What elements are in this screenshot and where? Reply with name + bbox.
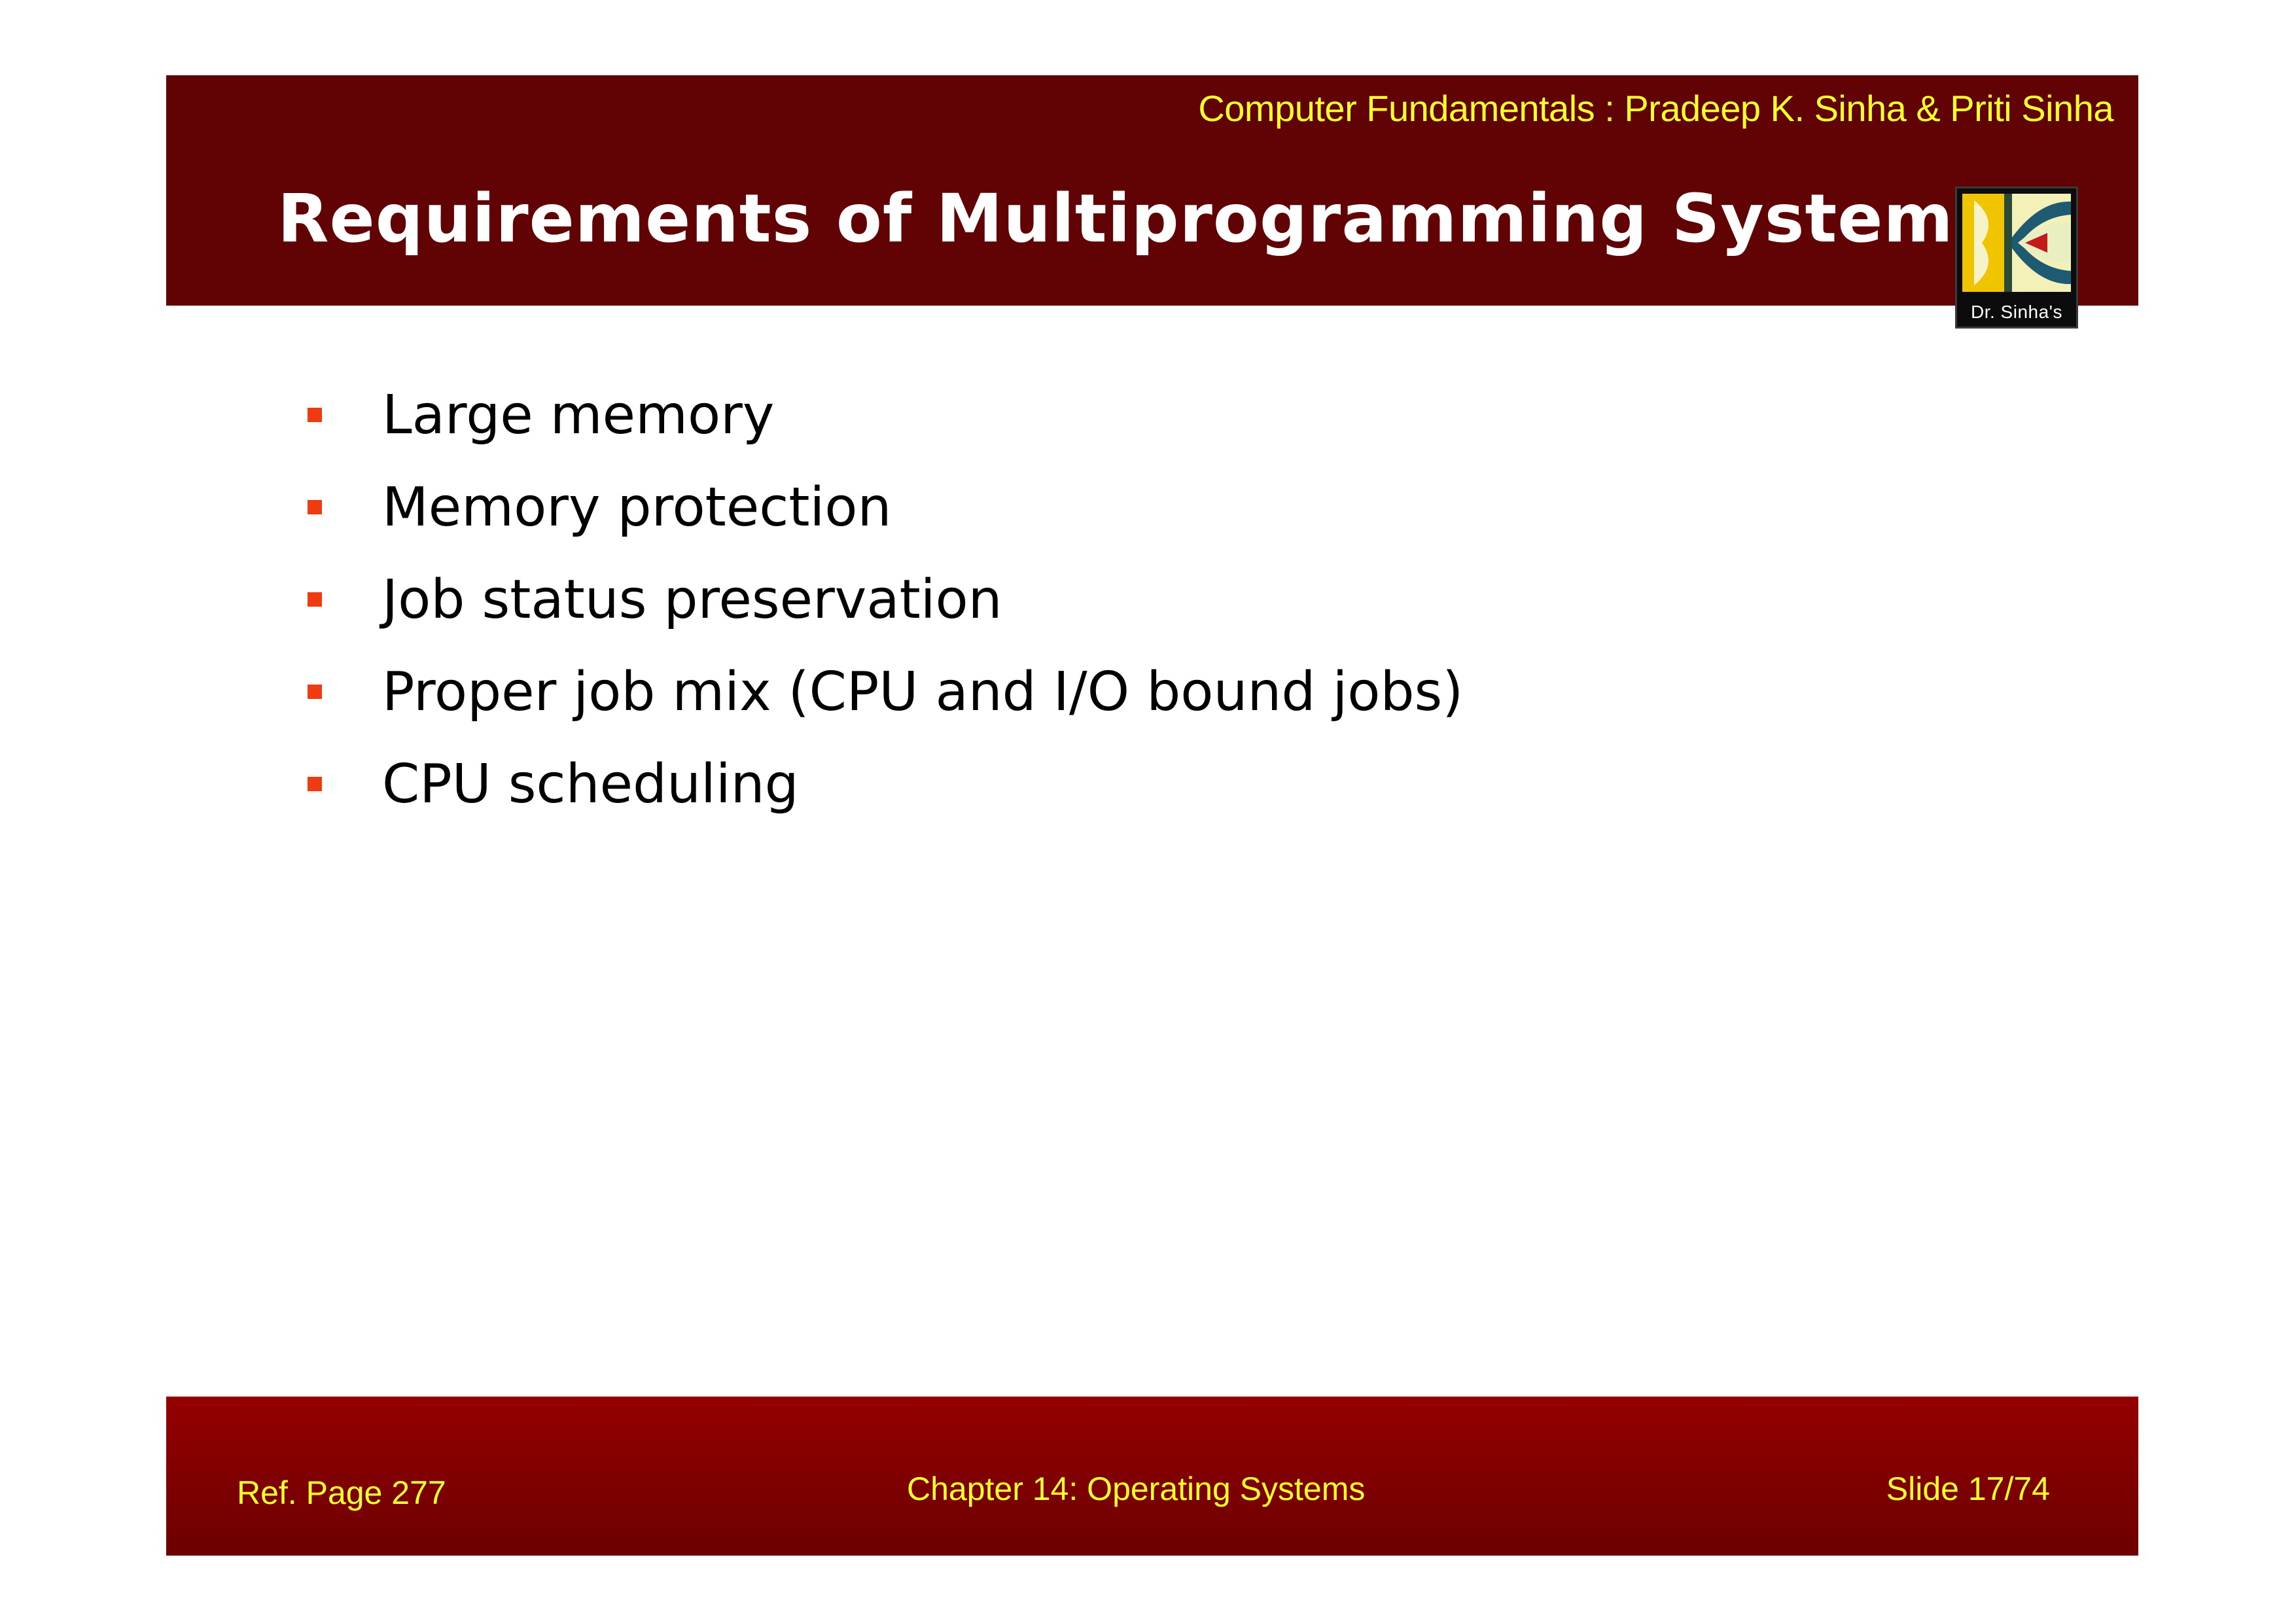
list-item-text: CPU scheduling [382,753,799,815]
square-bullet-icon [308,592,322,607]
book-credit: Computer Fundamentals : Pradeep K. Sinha… [1198,88,2113,129]
requirements-list: Large memory Memory protection Job statu… [308,380,1463,841]
square-bullet-icon [308,777,322,791]
slide-number: Slide 17/74 [1886,1471,2050,1507]
chapter-title: Chapter 14: Operating Systems [907,1471,1366,1507]
list-item: Proper job mix (CPU and I/O bound jobs) [308,656,1463,749]
list-item: Job status preservation [308,564,1463,656]
square-bullet-icon [308,408,322,422]
logo-emblem-icon [1962,194,2071,292]
slide-footer: Ref. Page 277 Chapter 14: Operating Syst… [166,1397,2138,1556]
list-item-text: Memory protection [382,476,892,539]
logo-caption: Dr. Sinha's [1970,302,2063,322]
list-item-text: Proper job mix (CPU and I/O bound jobs) [382,661,1464,723]
square-bullet-icon [308,685,322,699]
list-item: Memory protection [308,472,1463,564]
square-bullet-icon [308,500,322,514]
reference-page: Ref. Page 277 [237,1474,446,1511]
list-item: CPU scheduling [308,749,1463,841]
list-item-text: Job status preservation [382,569,1002,631]
slide-title: Requirements of Multiprogramming Systems [277,180,1994,258]
list-item-text: Large memory [382,384,775,446]
list-item: Large memory [308,380,1463,472]
slide-header: Computer Fundamentals : Pradeep K. Sinha… [166,75,2138,306]
dr-sinhas-logo: Dr. Sinha's [1955,187,2078,329]
